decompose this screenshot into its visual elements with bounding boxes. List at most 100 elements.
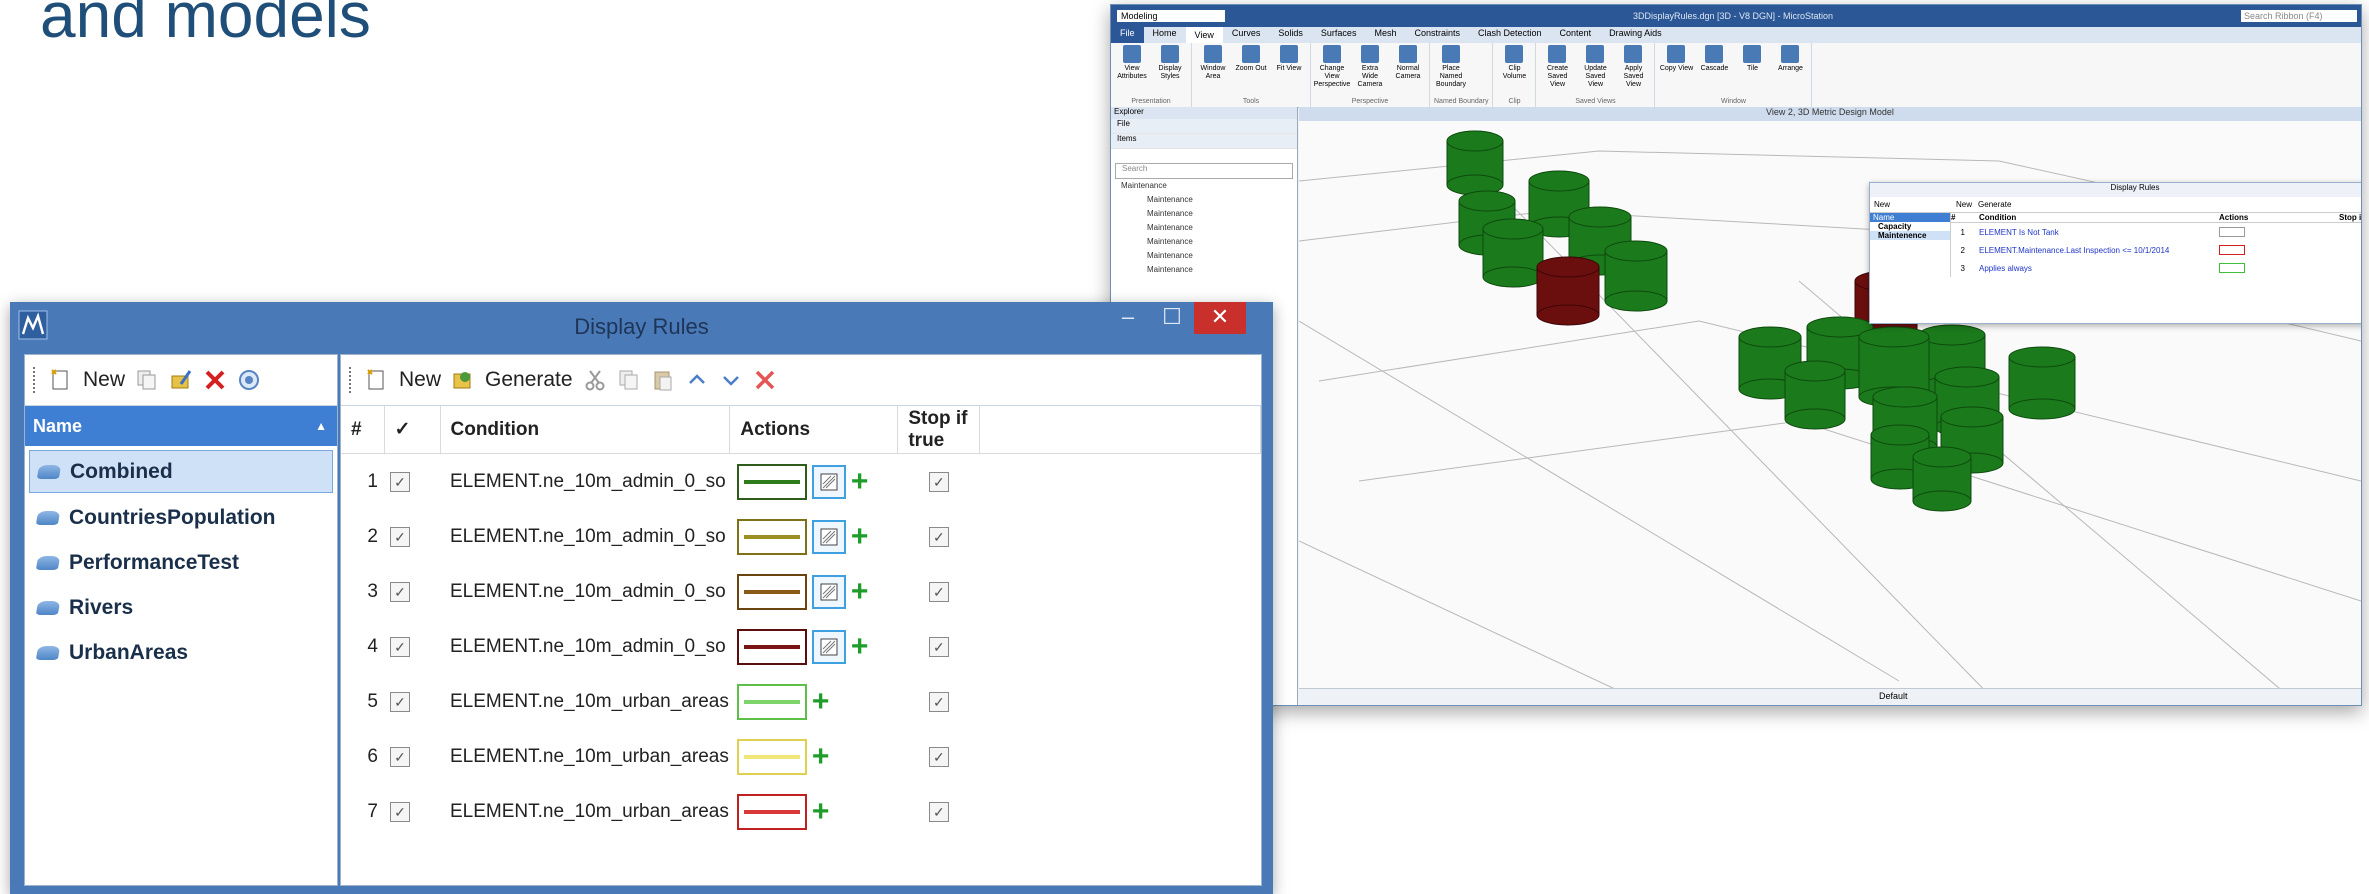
- display-styles-button[interactable]: Display Styles: [1153, 45, 1187, 81]
- rule-row[interactable]: 1 ✓ ELEMENT.ne_10m_admin_0_so + ✓: [341, 454, 1261, 510]
- generate-button[interactable]: Generate: [485, 368, 573, 392]
- new-rule-button[interactable]: New: [399, 368, 441, 392]
- minimize-button[interactable]: –: [1106, 302, 1150, 334]
- copy-view-button[interactable]: Copy View: [1659, 45, 1693, 73]
- tree-item[interactable]: Maintenance: [1111, 265, 1297, 279]
- change-view-perspective-button[interactable]: Change View Perspective: [1314, 45, 1350, 89]
- tree-item[interactable]: Maintenance: [1111, 251, 1297, 265]
- small-generate-button[interactable]: Generate: [1978, 200, 2011, 209]
- rule-row[interactable]: 4 ✓ ELEMENT.ne_10m_admin_0_so + ✓: [341, 619, 1261, 674]
- tree-item[interactable]: Maintenance: [1111, 237, 1297, 251]
- status-default[interactable]: Default: [1879, 691, 1908, 701]
- stop-if-true-checkbox[interactable]: ✓: [928, 526, 949, 547]
- explorer-items-section[interactable]: Items: [1111, 134, 1297, 149]
- tab-home[interactable]: Home: [1144, 27, 1186, 43]
- tab-content[interactable]: Content: [1551, 27, 1601, 43]
- apply-saved-view-button[interactable]: Apply Saved View: [1616, 45, 1650, 89]
- small-line-swatch[interactable]: [2219, 227, 2245, 237]
- create-saved-view-button[interactable]: Create Saved View: [1540, 45, 1574, 89]
- tab-drawing-aids[interactable]: Drawing Aids: [1600, 27, 1671, 43]
- window-area-button[interactable]: Window Area: [1196, 45, 1230, 81]
- move-down-icon[interactable]: [719, 368, 743, 392]
- stop-if-true-checkbox[interactable]: ✓: [928, 636, 949, 657]
- maximize-button[interactable]: ☐: [1150, 302, 1194, 334]
- line-color-swatch[interactable]: [736, 683, 807, 720]
- view-attributes-button[interactable]: View Attributes: [1115, 45, 1149, 81]
- line-color-swatch[interactable]: [736, 573, 807, 610]
- move-up-icon[interactable]: [685, 368, 709, 392]
- add-action-icon[interactable]: +: [851, 631, 869, 662]
- add-action-icon[interactable]: +: [851, 466, 869, 497]
- tab-file[interactable]: File: [1111, 27, 1144, 43]
- small-new-rule-button[interactable]: New: [1956, 200, 1972, 209]
- fill-pattern-icon[interactable]: [811, 464, 846, 499]
- tab-surfaces[interactable]: Surfaces: [1312, 27, 1366, 43]
- zoom-out-button[interactable]: Zoom Out: [1234, 45, 1268, 81]
- rule-enabled-checkbox[interactable]: ✓: [390, 691, 410, 712]
- rule-condition[interactable]: ELEMENT.ne_10m_admin_0_so: [440, 564, 730, 619]
- small-new-button[interactable]: New: [1874, 200, 1890, 209]
- line-color-swatch[interactable]: [736, 738, 807, 775]
- view-2-viewport[interactable]: View 2, 3D Metric Design Model Display R…: [1299, 107, 2361, 705]
- new-rule-set-button[interactable]: New: [83, 368, 125, 392]
- add-action-icon[interactable]: +: [812, 796, 830, 827]
- small-line-swatch[interactable]: [2219, 245, 2245, 255]
- rule-enabled-checkbox[interactable]: ✓: [390, 581, 410, 602]
- delete-icon[interactable]: [203, 368, 227, 392]
- add-action-icon[interactable]: +: [812, 686, 830, 717]
- copy-icon[interactable]: [135, 368, 159, 392]
- link-icon[interactable]: [237, 368, 261, 392]
- rule-set-item-urbanareas[interactable]: UrbanAreas: [29, 632, 333, 673]
- normal-camera-button[interactable]: Normal Camera: [1391, 45, 1425, 89]
- small-rule-row[interactable]: 1 ELEMENT Is Not Tank: [1951, 223, 2361, 241]
- rule-condition[interactable]: ELEMENT.ne_10m_urban_areas: [440, 784, 730, 839]
- delete-rule-icon[interactable]: [753, 368, 777, 392]
- small-rule-set[interactable]: Maintenence: [1870, 231, 1950, 240]
- tree-item[interactable]: Maintenance: [1111, 223, 1297, 237]
- fill-pattern-icon[interactable]: [811, 519, 846, 554]
- cascade-button[interactable]: Cascade: [1697, 45, 1731, 73]
- small-rule-row[interactable]: 3 Applies always: [1951, 259, 2361, 277]
- tab-constraints[interactable]: Constraints: [1405, 27, 1469, 43]
- rule-condition[interactable]: ELEMENT.ne_10m_urban_areas: [440, 674, 730, 729]
- stop-if-true-checkbox[interactable]: ✓: [928, 471, 949, 492]
- tree-root[interactable]: Maintenance: [1111, 181, 1297, 195]
- fill-pattern-icon[interactable]: [811, 574, 846, 609]
- edit-icon[interactable]: [169, 368, 193, 392]
- line-color-swatch[interactable]: [736, 463, 807, 500]
- rule-enabled-checkbox[interactable]: ✓: [390, 636, 410, 657]
- line-color-swatch[interactable]: [736, 793, 807, 830]
- rule-condition[interactable]: ELEMENT.ne_10m_admin_0_so: [440, 454, 730, 510]
- rule-condition[interactable]: ELEMENT.ne_10m_urban_areas: [440, 729, 730, 784]
- add-action-icon[interactable]: +: [851, 576, 869, 607]
- paste-icon[interactable]: [651, 368, 675, 392]
- line-color-swatch[interactable]: [736, 628, 807, 665]
- rule-row[interactable]: 3 ✓ ELEMENT.ne_10m_admin_0_so + ✓: [341, 564, 1261, 619]
- rule-row[interactable]: 7 ✓ ELEMENT.ne_10m_urban_areas + ✓: [341, 784, 1261, 839]
- fit-view-button[interactable]: Fit View: [1272, 45, 1306, 81]
- explorer-search[interactable]: Search: [1115, 163, 1293, 179]
- tab-curves[interactable]: Curves: [1223, 27, 1270, 43]
- stop-if-true-checkbox[interactable]: ✓: [928, 581, 949, 602]
- extra-wide-camera-button[interactable]: Extra Wide Camera: [1353, 45, 1387, 89]
- copy-icon[interactable]: [617, 368, 641, 392]
- name-column-header[interactable]: Name ▲: [25, 406, 337, 446]
- rule-enabled-checkbox[interactable]: ✓: [390, 526, 410, 547]
- tab-mesh[interactable]: Mesh: [1365, 27, 1405, 43]
- tree-item[interactable]: Maintenance: [1111, 195, 1297, 209]
- stop-if-true-checkbox[interactable]: ✓: [928, 691, 949, 712]
- rule-set-item-performancetest[interactable]: PerformanceTest: [29, 542, 333, 583]
- place-named-boundary-button[interactable]: Place Named Boundary: [1434, 45, 1468, 89]
- arrange-button[interactable]: Arrange: [1773, 45, 1807, 73]
- line-color-swatch[interactable]: [736, 518, 807, 555]
- rule-condition[interactable]: ELEMENT.ne_10m_admin_0_so: [440, 509, 730, 564]
- rule-condition[interactable]: ELEMENT.ne_10m_admin_0_so: [440, 619, 730, 674]
- explorer-file-section[interactable]: File: [1111, 119, 1297, 134]
- tab-solids[interactable]: Solids: [1269, 27, 1312, 43]
- rule-row[interactable]: 2 ✓ ELEMENT.ne_10m_admin_0_so + ✓: [341, 509, 1261, 564]
- rule-row[interactable]: 5 ✓ ELEMENT.ne_10m_urban_areas + ✓: [341, 674, 1261, 729]
- stop-if-true-checkbox[interactable]: ✓: [928, 746, 949, 767]
- tree-item[interactable]: Maintenance: [1111, 209, 1297, 223]
- small-line-swatch[interactable]: [2219, 263, 2245, 273]
- tab-clash-detection[interactable]: Clash Detection: [1469, 27, 1551, 43]
